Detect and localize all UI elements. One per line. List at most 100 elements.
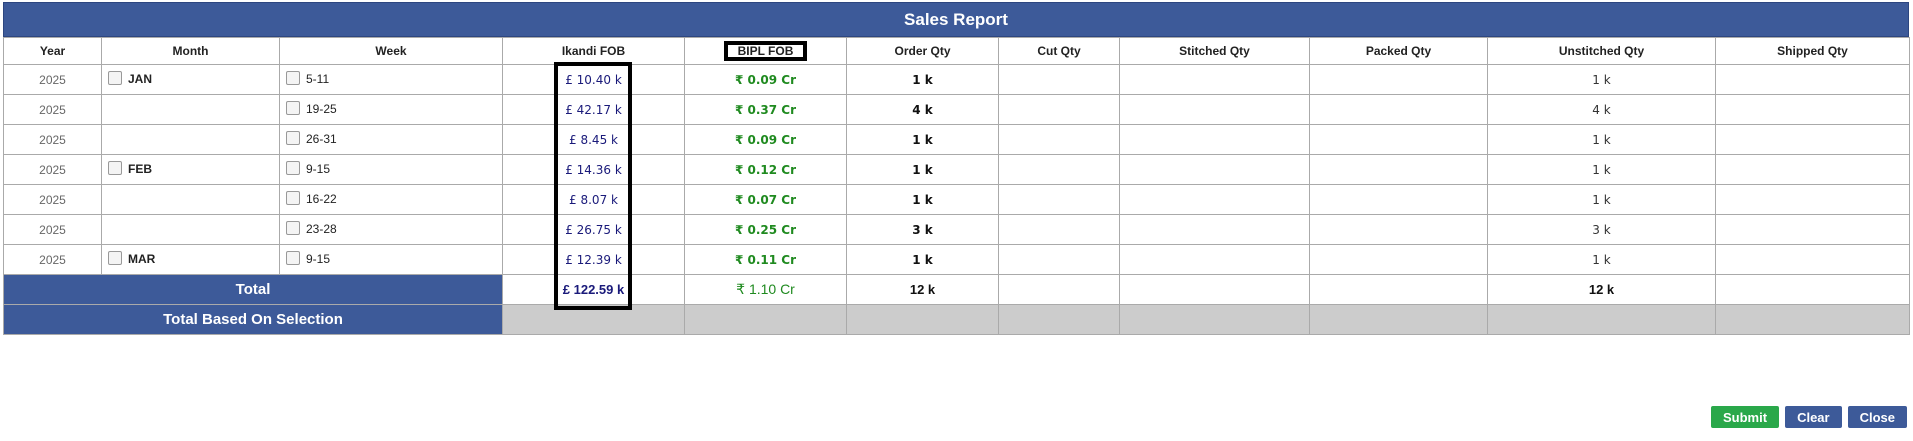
week-checkbox[interactable] [286,250,300,265]
week-checkbox[interactable] [286,220,300,235]
sales-table: Year Month Week Ikandi FOB BIPL FOB Orde… [3,37,1910,335]
selection-stitched-qty [1119,304,1310,335]
cut-qty-cell [998,124,1120,155]
total-shipped-qty [1715,274,1910,305]
cut-qty-cell [998,64,1120,95]
shipped-qty-cell [1715,154,1910,185]
order-qty-cell: 1 k [846,244,999,275]
ikandi-fob-cell: £ 8.45 k [502,124,685,155]
bipl-fob-cell: ₹ 0.12 Cr [684,154,847,185]
close-button[interactable]: Close [1847,406,1907,428]
total-packed-qty [1309,274,1488,305]
week-checkbox[interactable] [286,70,300,85]
month-label: MAR [128,252,156,267]
header-bipl-fob: BIPL FOB [684,37,847,65]
header-month: Month [101,37,280,65]
week-checkbox[interactable] [286,190,300,205]
stitched-qty-cell [1119,184,1310,215]
week-label: 19-25 [306,102,337,117]
week-cell: 5-11 [279,64,503,95]
unstitched-qty-cell: 1 k [1487,124,1716,155]
total-ikandi-fob: £ 122.59 k [502,274,685,305]
bipl-fob-cell: ₹ 0.25 Cr [684,214,847,245]
stitched-qty-cell [1119,124,1310,155]
week-checkbox[interactable] [286,160,300,175]
month-label: JAN [128,72,153,87]
month-cell [101,184,280,215]
packed-qty-cell [1309,94,1488,125]
stitched-qty-cell [1119,214,1310,245]
table-row: 2025 MAR 9-15 £ 12.39 k ₹ 0.11 Cr 1 k1 k [3,244,1910,275]
week-checkbox[interactable] [286,130,300,145]
total-label: Total [3,274,503,305]
header-shipped-qty: Shipped Qty [1715,37,1910,65]
week-checkbox[interactable] [286,100,300,115]
cut-qty-cell [998,244,1120,275]
month-checkbox[interactable] [108,160,122,175]
order-qty-cell: 1 k [846,124,999,155]
packed-qty-cell [1309,244,1488,275]
header-cut-qty: Cut Qty [998,37,1120,65]
month-checkbox[interactable] [108,70,122,85]
order-qty-cell: 1 k [846,64,999,95]
year-cell: 2025 [3,244,102,275]
submit-button[interactable]: Submit [1711,406,1780,428]
unstitched-qty-cell: 4 k [1487,94,1716,125]
selection-ikandi-fob [502,304,685,335]
week-cell: 26-31 [279,124,503,155]
week-label: 16-22 [306,192,337,207]
shipped-qty-cell [1715,64,1910,95]
stitched-qty-cell [1119,244,1310,275]
week-cell: 16-22 [279,184,503,215]
packed-qty-cell [1309,154,1488,185]
unstitched-qty-cell: 1 k [1487,244,1716,275]
month-label: FEB [128,162,152,177]
total-cut-qty [998,274,1120,305]
selection-total-label: Total Based On Selection [3,304,503,335]
action-buttons: Submit Clear Close [1711,406,1907,428]
order-qty-cell: 1 k [846,184,999,215]
table-row: 2025 16-22 £ 8.07 k ₹ 0.07 Cr 1 k1 k [3,184,1910,215]
packed-qty-cell [1309,124,1488,155]
month-checkbox[interactable] [108,250,122,265]
report-title: Sales Report [3,2,1909,37]
ikandi-fob-cell: £ 10.40 k [502,64,685,95]
order-qty-cell: 4 k [846,94,999,125]
header-bipl-fob-label: BIPL FOB [723,41,808,61]
month-cell [101,214,280,245]
header-stitched-qty: Stitched Qty [1119,37,1310,65]
year-cell: 2025 [3,124,102,155]
header-ikandi-fob: Ikandi FOB [502,37,685,65]
total-order-qty: 12 k [846,274,999,305]
bipl-fob-cell: ₹ 0.11 Cr [684,244,847,275]
table-row: 2025 19-25 £ 42.17 k ₹ 0.37 Cr 4 k4 k [3,94,1910,125]
ikandi-fob-cell: £ 42.17 k [502,94,685,125]
year-cell: 2025 [3,154,102,185]
order-qty-cell: 3 k [846,214,999,245]
ikandi-fob-cell: £ 26.75 k [502,214,685,245]
month-cell [101,94,280,125]
week-label: 9-15 [306,252,331,267]
unstitched-qty-cell: 1 k [1487,64,1716,95]
table-row: 2025 JAN 5-11 £ 10.40 k ₹ 0.09 Cr 1 k1 k [3,64,1910,95]
unstitched-qty-cell: 1 k [1487,184,1716,215]
selection-order-qty [846,304,999,335]
selection-bipl-fob [684,304,847,335]
week-cell: 19-25 [279,94,503,125]
week-label: 23-28 [306,222,337,237]
month-cell: MAR [101,244,280,275]
header-order-qty: Order Qty [846,37,999,65]
header-week: Week [279,37,503,65]
clear-button[interactable]: Clear [1785,406,1842,428]
shipped-qty-cell [1715,124,1910,155]
total-unstitched-qty: 12 k [1487,274,1716,305]
shipped-qty-cell [1715,244,1910,275]
bipl-fob-cell: ₹ 0.37 Cr [684,94,847,125]
header-packed-qty: Packed Qty [1309,37,1488,65]
stitched-qty-cell [1119,154,1310,185]
bipl-fob-cell: ₹ 0.09 Cr [684,124,847,155]
month-cell: FEB [101,154,280,185]
total-stitched-qty [1119,274,1310,305]
cut-qty-cell [998,214,1120,245]
cut-qty-cell [998,184,1120,215]
